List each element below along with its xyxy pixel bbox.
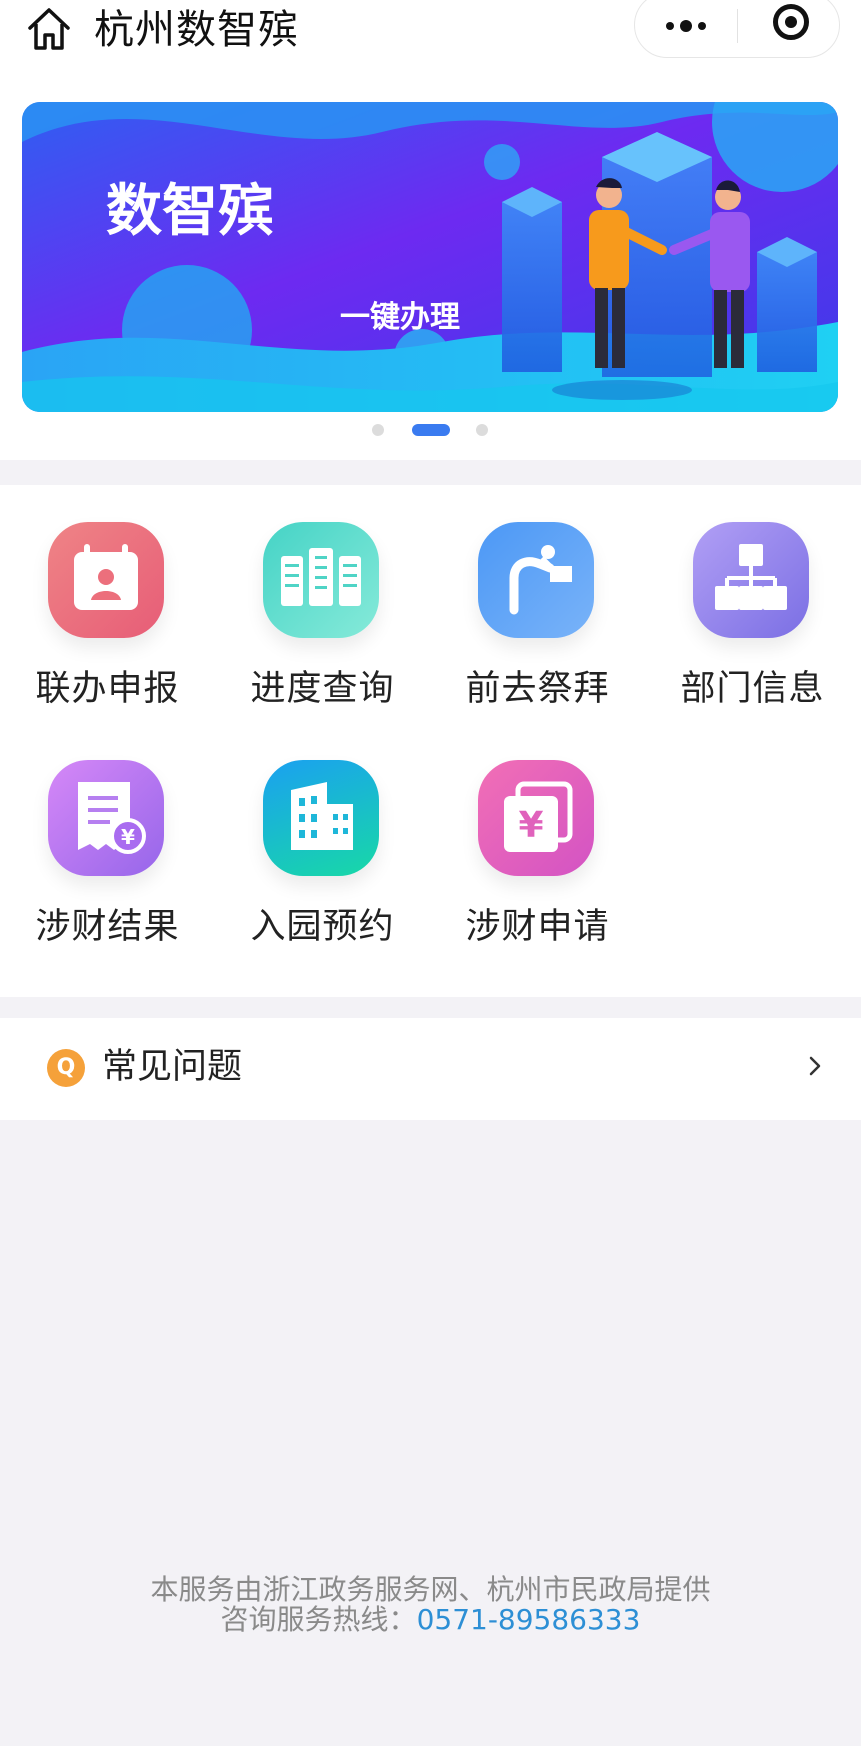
server-icon [263, 522, 379, 638]
service-item-cemetery-booking[interactable]: 入园预约 [215, 723, 430, 947]
receipt-yen-icon: ¥ [48, 760, 164, 876]
carousel-dot[interactable] [476, 424, 488, 436]
service-item-finance-result[interactable]: ¥ 涉财结果 [0, 723, 215, 947]
building-icon [263, 760, 379, 876]
service-item-joint-declaration[interactable]: 联办申报 [0, 485, 215, 709]
more-dots-icon[interactable] [635, 0, 737, 59]
top-bar: 杭州数智殡 [0, 0, 861, 78]
service-label: 部门信息 [680, 669, 825, 709]
service-item-progress-query[interactable]: 进度查询 [215, 485, 430, 709]
carousel-indicator [0, 420, 861, 440]
hotline-phone-link[interactable]: 0571-89586333 [417, 1603, 641, 1636]
service-grid: 联办申报 进度查询 前去祭拜 部门信息 ¥ 涉财结果 入园预约 ¥ 涉财申请 [0, 485, 861, 997]
banner-illustration: 数智殡 一键办理 [22, 102, 838, 412]
faq-entry[interactable]: Q 常见问题 [0, 1018, 861, 1120]
banner-headline: 数智殡 [106, 179, 274, 244]
calendar-person-icon [48, 522, 164, 638]
service-item-finance-apply[interactable]: ¥ 涉财申请 [430, 723, 645, 947]
svg-text:¥: ¥ [518, 805, 543, 846]
target-icon[interactable] [773, 4, 809, 40]
yen-doc-icon: ¥ [478, 760, 594, 876]
service-label: 入园预约 [250, 907, 395, 947]
banner-subline: 一键办理 [340, 300, 460, 335]
capsule-divider [737, 9, 738, 43]
service-item-department-info[interactable]: 部门信息 [645, 485, 860, 709]
footer-provider-text: 本服务由浙江政务服务网、杭州市民政局提供 [150, 1573, 711, 1606]
footer: 本服务由浙江政务服务网、杭州市民政局提供 咨询服务热线：0571-8958633… [0, 1575, 861, 1635]
footer-hotline: 咨询服务热线：0571-89586333 [0, 1605, 861, 1635]
mini-program-capsule [634, 0, 840, 58]
carousel-dot[interactable] [372, 424, 384, 436]
question-icon: Q [47, 1049, 85, 1087]
hotline-label: 咨询服务热线： [220, 1603, 417, 1636]
service-label: 前去祭拜 [465, 669, 610, 709]
svg-text:¥: ¥ [121, 825, 135, 849]
chevron-right-icon [809, 1056, 821, 1076]
service-label: 进度查询 [250, 669, 395, 709]
banner-section: 数智殡 一键办理 [0, 78, 861, 460]
service-item-worship[interactable]: 前去祭拜 [430, 485, 645, 709]
org-chart-icon [693, 522, 809, 638]
home-icon[interactable] [26, 6, 72, 52]
carousel-dot-active[interactable] [412, 424, 450, 436]
banner-carousel[interactable]: 数智殡 一键办理 [22, 102, 838, 412]
page-title: 杭州数智殡 [94, 7, 299, 53]
service-label: 涉财结果 [35, 907, 180, 947]
bow-person-icon [478, 522, 594, 638]
faq-label: 常见问题 [102, 1047, 243, 1087]
service-label: 涉财申请 [465, 907, 610, 947]
service-label: 联办申报 [35, 669, 180, 709]
